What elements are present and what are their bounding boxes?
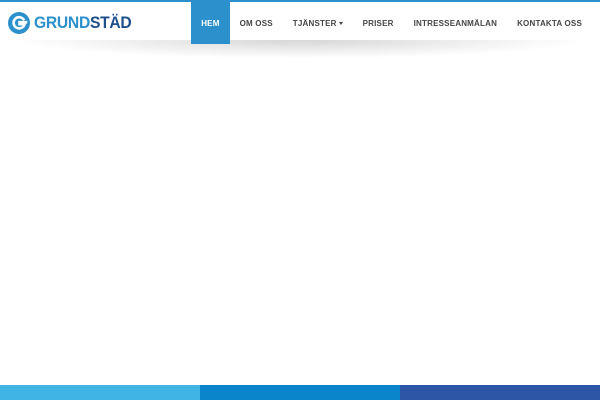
nav-item-label: TJÄNSTER	[292, 18, 337, 28]
nav-item-om-oss[interactable]: OM OSS	[230, 2, 283, 44]
nav-item-label: HEM	[201, 18, 220, 28]
caret-down-icon	[338, 21, 343, 25]
footer-color-bars	[0, 385, 600, 400]
nav-item-hem[interactable]: HEM	[191, 2, 230, 44]
nav-item-priser[interactable]: PRISER	[353, 2, 404, 44]
page: GRUNDSTÄD HEM OM OSS TJÄNSTER PRISER INT…	[0, 0, 600, 400]
footer-bar-blue	[200, 385, 400, 400]
nav-item-label: OM OSS	[239, 18, 273, 28]
logo-wordmark-part-a: GRUND	[34, 13, 90, 32]
nav-item-tjanster[interactable]: TJÄNSTER	[283, 2, 353, 44]
main-nav: HEM OM OSS TJÄNSTER PRISER INTRESSEANMÄL…	[191, 2, 592, 44]
g-letter-circle-icon	[8, 12, 30, 34]
nav-item-kontakta-oss[interactable]: KONTAKTA OSS	[507, 2, 592, 44]
site-logo[interactable]: GRUNDSTÄD	[8, 11, 140, 35]
logo-wordmark-part-b: STÄD	[89, 13, 132, 32]
footer-bar-dark-blue	[400, 385, 600, 400]
nav-item-label: KONTAKTA OSS	[517, 18, 582, 28]
footer-bar-light-blue	[0, 385, 200, 400]
nav-item-label: INTRESSEANMÄLAN	[413, 18, 498, 28]
nav-item-label: PRISER	[362, 18, 394, 28]
nav-item-intresseanmalan[interactable]: INTRESSEANMÄLAN	[404, 2, 507, 44]
main-content-area	[0, 60, 600, 385]
logo-wordmark: GRUNDSTÄD	[34, 12, 132, 34]
